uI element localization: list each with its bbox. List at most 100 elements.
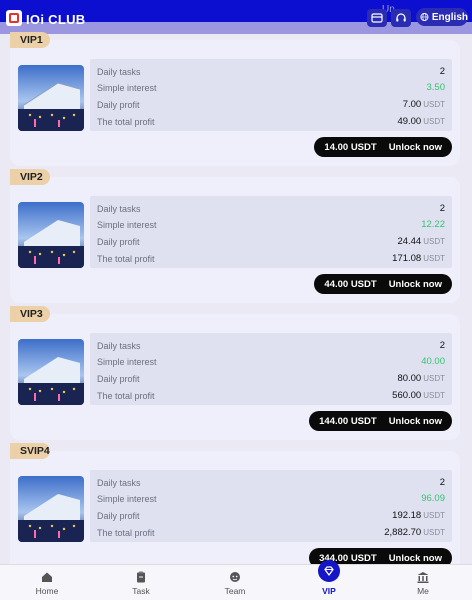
tab-task[interactable]: Task [94,565,188,600]
unlock-button[interactable]: 144.00 USDT Unlock now [309,411,452,431]
simple-interest-value: 96.09 [421,493,445,504]
total-profit-value: 560.00 [392,390,422,401]
daily-profit-value: 24.44 [397,236,422,247]
unit-label: USDT [423,528,445,537]
headset-icon [396,13,406,22]
daily-tasks-value: 2 [439,203,445,214]
wallet-icon [371,13,383,23]
daily-profit-row: Daily profit 80.00 USDT [97,371,445,387]
simple-interest-label: Simple interest [97,220,157,230]
total-profit-label: The total profit [97,528,155,538]
unit-label: USDT [423,254,445,263]
app-title: IOi CLUB [26,12,86,27]
total-profit-row: The total profit 171.08 USDT [97,251,445,267]
globe-icon [420,13,429,21]
total-profit-row: The total profit 49.00 USDT [97,114,445,130]
daily-tasks-label: Daily tasks [97,67,141,77]
daily-tasks-row: Daily tasks 2 [97,475,445,491]
vip-card: VIP1 Daily tasks 2 Simple interest 3.50 Da… [10,32,460,166]
home-icon [42,572,52,582]
daily-tasks-label: Daily tasks [97,478,141,488]
simple-interest-value: 40.00 [421,356,445,367]
daily-profit-label: Daily profit [97,511,140,521]
unit-label: USDT [423,117,445,126]
language-button[interactable]: English [416,8,468,26]
daily-tasks-label: Daily tasks [97,341,141,351]
team-icon [230,572,240,582]
daily-tasks-value: 2 [439,66,445,77]
simple-interest-value: 12.22 [421,219,445,230]
unit-label: USDT [423,391,445,400]
vip-card: SVIP4 Daily tasks 2 Simple interest 96.09 … [10,443,460,577]
tab-task-label: Task [132,586,150,596]
vip-thumbnail [18,65,84,131]
daily-profit-value: 192.18 [392,510,422,521]
daily-tasks-row: Daily tasks 2 [97,64,445,80]
simple-interest-row: Simple interest 12.22 [97,217,445,233]
daily-profit-value: 80.00 [397,373,422,384]
unit-label: USDT [423,374,445,383]
vip-level-tag: SVIP4 [10,443,50,459]
unlock-price: 144.00 USDT [319,415,377,427]
daily-tasks-label: Daily tasks [97,204,141,214]
daily-profit-row: Daily profit 24.44 USDT [97,234,445,250]
tab-me[interactable]: Me [376,565,470,600]
vip-stats-panel: Daily tasks 2 Simple interest 3.50 Daily p… [90,59,452,131]
total-profit-row: The total profit 560.00 USDT [97,388,445,404]
vip-thumbnail [18,339,84,405]
daily-profit-row: Daily profit 192.18 USDT [97,508,445,524]
unlock-button[interactable]: 44.00 USDT Unlock now [314,274,452,294]
unlock-label: Unlock now [388,552,442,564]
daily-tasks-row: Daily tasks 2 [97,201,445,217]
language-label: English [431,11,468,23]
unit-label: USDT [423,237,445,246]
bottom-tab-bar: Home Task Team VIP Me [0,564,472,600]
daily-profit-value: 7.00 [402,99,422,110]
unlock-button[interactable]: 14.00 USDT Unlock now [314,137,452,157]
tab-team-label: Team [224,586,246,596]
tab-me-label: Me [417,586,429,596]
vip-stats-panel: Daily tasks 2 Simple interest 12.22 Daily … [90,196,452,268]
vip-thumbnail [18,202,84,268]
simple-interest-row: Simple interest 40.00 [97,354,445,370]
unit-label: USDT [423,511,445,520]
vip-thumbnail [18,476,84,542]
support-button[interactable] [391,9,411,27]
diamond-icon [324,566,334,576]
simple-interest-value: 3.50 [426,82,446,93]
daily-profit-label: Daily profit [97,100,140,110]
unlock-price: 14.00 USDT [324,141,377,153]
tab-home-label: Home [35,586,59,596]
vip-card: VIP2 Daily tasks 2 Simple interest 12.22 D… [10,169,460,303]
simple-interest-label: Simple interest [97,494,157,504]
total-profit-value: 2,882.70 [384,527,422,538]
unlock-price: 44.00 USDT [324,278,377,290]
wallet-button[interactable] [367,9,387,27]
simple-interest-label: Simple interest [97,83,157,93]
simple-interest-row: Simple interest 3.50 [97,80,445,96]
daily-profit-label: Daily profit [97,237,140,247]
vip-card: VIP3 Daily tasks 2 Simple interest 40.00 D… [10,306,460,440]
total-profit-value: 49.00 [397,116,422,127]
app-header: IOi CLUB Un English [0,0,472,34]
vip-stats-panel: Daily tasks 2 Simple interest 96.09 Daily … [90,470,452,542]
total-profit-label: The total profit [97,117,155,127]
simple-interest-label: Simple interest [97,357,157,367]
unit-label: USDT [423,100,445,109]
app-logo-icon [6,10,22,26]
tab-home[interactable]: Home [0,565,94,600]
simple-interest-row: Simple interest 96.09 [97,491,445,507]
vip-level-tag: VIP1 [10,32,50,48]
unlock-label: Unlock now [388,278,442,290]
unlock-label: Unlock now [388,141,442,153]
daily-tasks-row: Daily tasks 2 [97,338,445,354]
total-profit-label: The total profit [97,254,155,264]
vip-stats-panel: Daily tasks 2 Simple interest 40.00 Daily … [90,333,452,405]
daily-profit-row: Daily profit 7.00 USDT [97,97,445,113]
tab-team[interactable]: Team [188,565,282,600]
daily-profit-label: Daily profit [97,374,140,384]
daily-tasks-value: 2 [439,477,445,488]
vip-tab-badge[interactable] [318,560,340,582]
tab-vip-label: VIP [322,586,336,596]
unlock-label: Unlock now [388,415,442,427]
